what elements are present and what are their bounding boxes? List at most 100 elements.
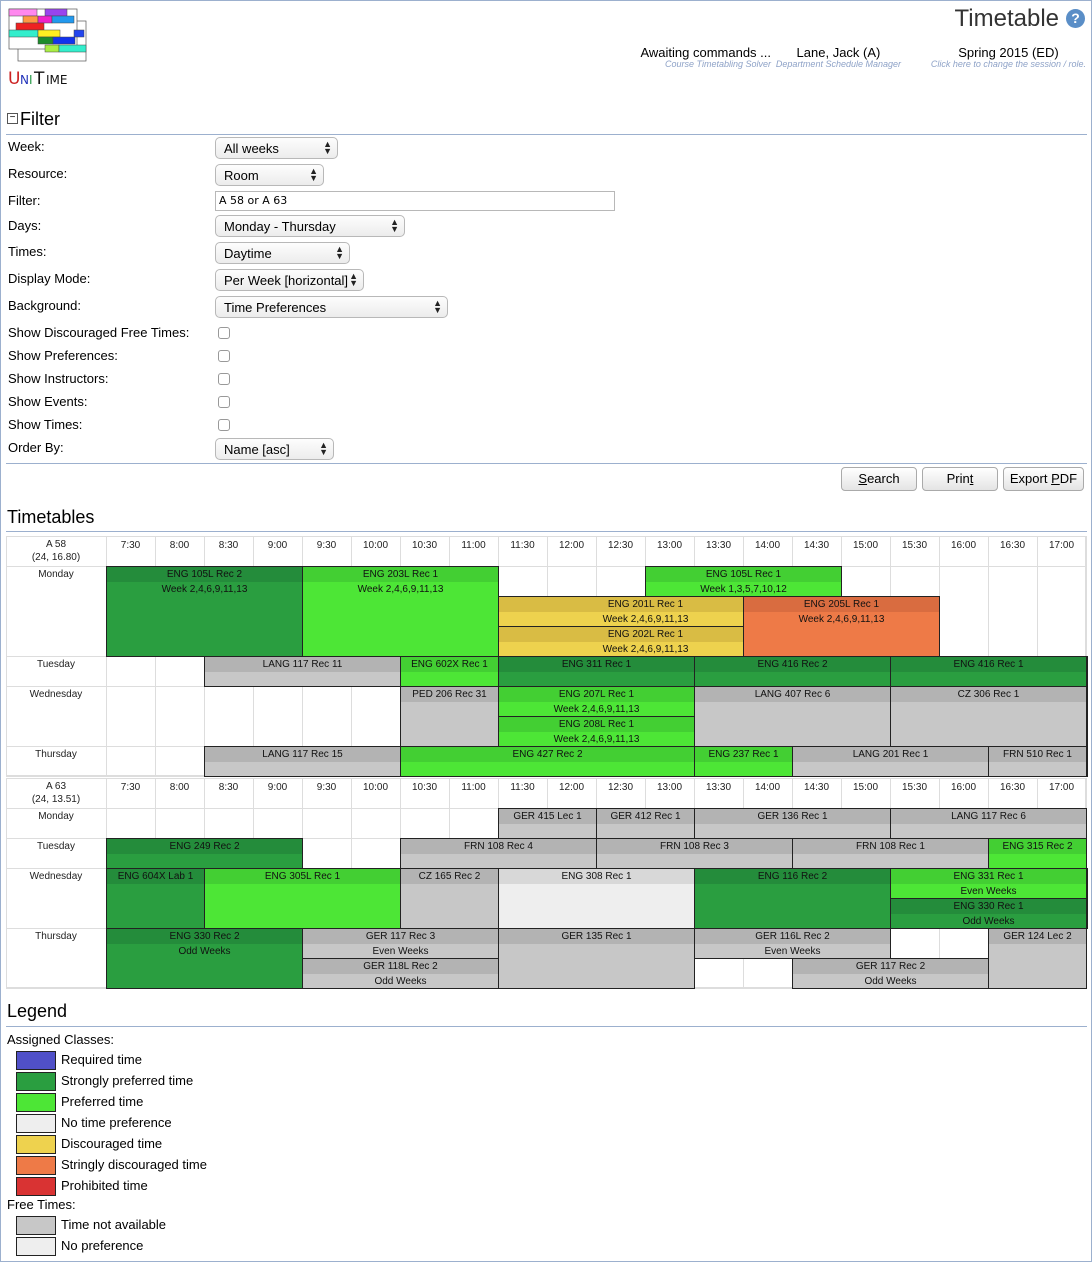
class-block[interactable]: ENG 311 Rec 1 <box>498 656 695 687</box>
class-block[interactable]: GER 117 Rec 2 Odd Weeks <box>792 958 989 989</box>
class-block[interactable]: CZ 165 Rec 2 <box>400 868 499 929</box>
class-block[interactable]: ENG 205L Rec 1 Week 2,4,6,9,11,13 <box>743 596 940 657</box>
class-block[interactable]: GER 118L Rec 2 Odd Weeks <box>302 958 499 989</box>
class-name: ENG 308 Rec 1 <box>499 869 694 884</box>
class-block[interactable]: GER 117 Rec 3 Even Weeks <box>302 928 499 959</box>
time-header: 9:00 <box>267 782 288 793</box>
class-block[interactable]: LANG 201 Rec 1 <box>792 746 989 777</box>
show-times-label: Show Times: <box>8 417 83 432</box>
session-selector[interactable]: Spring 2015 (ED) Click here to change th… <box>931 45 1086 69</box>
class-block[interactable]: FRN 108 Rec 4 <box>400 838 597 869</box>
class-name: FRN 108 Rec 1 <box>793 839 988 854</box>
class-block[interactable]: GER 415 Lec 1 <box>498 808 597 839</box>
class-block[interactable]: ENG 334 Rec 1Odd Weeks <box>1086 686 1088 747</box>
class-block[interactable]: ENG 315 Rec 2 <box>988 838 1087 869</box>
select-arrows-icon: ▲ ▼ <box>309 166 318 183</box>
show-instructors-checkbox[interactable] <box>218 373 230 385</box>
class-block[interactable]: ENG 339 Rec 2 <box>1086 868 1088 929</box>
user-info[interactable]: Lane, Jack (A) Department Schedule Manag… <box>776 45 901 69</box>
class-block[interactable]: FRN 108 Rec 1 <box>792 838 989 869</box>
class-weeks: Week 1,3,5,7,10,12 <box>700 584 787 595</box>
class-block[interactable]: ENG 116 Rec 2 <box>694 868 891 929</box>
show-times-checkbox[interactable] <box>218 419 230 431</box>
print-button[interactable]: Print <box>922 467 998 491</box>
class-name: GER 117 Rec 2 <box>793 959 988 974</box>
class-block[interactable]: ENG 249 Rec 2 <box>106 838 303 869</box>
class-block[interactable]: PED 206 Rec 31 <box>400 686 499 747</box>
collapse-icon[interactable]: − <box>7 112 18 124</box>
class-block[interactable]: ENG 416 Rec 2 <box>694 656 891 687</box>
room-header[interactable]: A 63 (24, 13.51) <box>6 778 106 806</box>
class-block[interactable]: ENG 602X Rec 1 <box>400 656 499 687</box>
class-block[interactable]: GER 116L Rec 2 Even Weeks <box>694 928 891 959</box>
class-block[interactable]: ENG 308 Rec 1 <box>498 868 695 929</box>
time-header: 13:30 <box>705 540 732 551</box>
class-block[interactable]: CZ 306 Rec 1 <box>890 686 1087 747</box>
class-block[interactable]: FRN 511 Rec 1 <box>1086 746 1088 777</box>
class-block[interactable]: ENG 330 Rec 1 Odd Weeks <box>890 898 1087 929</box>
class-name: ENG 315 Rec 2 <box>989 839 1086 854</box>
show-discouraged-checkbox[interactable] <box>218 327 230 339</box>
class-block[interactable]: GER 124 Lec 2 <box>988 928 1087 989</box>
class-weeks: Even Weeks <box>960 886 1017 897</box>
room-header[interactable]: A 58 (24, 16.80) <box>6 536 106 564</box>
class-block[interactable]: FRN 510 Rec 1 <box>988 746 1087 777</box>
show-preferences-checkbox[interactable] <box>218 350 230 362</box>
select-arrows-icon: ▲ ▼ <box>433 298 442 315</box>
filter-input[interactable]: A 58 or A 63 <box>215 191 615 211</box>
class-block[interactable]: GER 412 Rec 1 <box>596 808 695 839</box>
class-name: ENG 305L Rec 1 <box>205 869 400 884</box>
class-block[interactable]: ENG 427 Rec 2 <box>400 746 695 777</box>
class-block[interactable]: ENG 330 Rec 2 Odd Weeks <box>106 928 303 989</box>
search-button[interactable]: Search <box>841 467 917 491</box>
class-block[interactable]: ENG 208L Rec 1 Week 2,4,6,9,11,13 <box>498 716 695 747</box>
legend-assigned-title: Assigned Classes: <box>7 1032 114 1047</box>
display-mode-label: Display Mode: <box>8 271 91 286</box>
day-label: Wednesday <box>29 871 83 882</box>
class-weeks: Week 2,4,6,9,11,13 <box>553 734 640 745</box>
week-select[interactable]: All weeks ▲ ▼ <box>215 137 338 159</box>
show-events-checkbox[interactable] <box>218 396 230 408</box>
class-block[interactable]: ENG 416 Rec 1 <box>890 656 1087 687</box>
class-weeks: Even Weeks <box>764 946 821 957</box>
legend-swatch <box>16 1093 56 1112</box>
display-mode-select[interactable]: Per Week [horizontal] ▲ ▼ <box>215 269 364 291</box>
class-block[interactable]: LANG 117 Rec 11 <box>204 656 401 687</box>
export-pdf-button[interactable]: Export PDF <box>1003 467 1084 491</box>
resource-select[interactable]: Room ▲ ▼ <box>215 164 324 186</box>
class-block[interactable]: ENG 331 Rec 1 Even Weeks <box>890 868 1087 899</box>
class-block[interactable]: ENG 237 Rec 1 <box>694 746 793 777</box>
time-header: 17:00 <box>1048 782 1075 793</box>
unitime-logo[interactable]: U N I T IME <box>8 8 88 89</box>
class-block[interactable]: ENG 604X Lab 1 <box>106 868 205 929</box>
class-block[interactable]: ENG 203L Rec 1 Week 2,4,6,9,11,13 <box>302 566 499 657</box>
class-block[interactable]: ENG 105L Rec 2 Week 2,4,6,9,11,13 <box>106 566 303 657</box>
class-name: GER 136 Rec 1 <box>695 809 890 824</box>
time-header: 15:30 <box>901 540 928 551</box>
time-header: 14:30 <box>803 782 830 793</box>
help-icon[interactable]: ? <box>1066 9 1085 28</box>
time-header: 12:30 <box>607 782 634 793</box>
times-select[interactable]: Daytime ▲ ▼ <box>215 242 350 264</box>
solver-status[interactable]: Awaiting commands ... Course Timetabling… <box>640 45 771 69</box>
order-by-select-value: Name [asc] <box>224 442 290 457</box>
class-block[interactable]: GER 135 Rec 1 <box>498 928 695 989</box>
class-block[interactable]: ENG 305L Rec 1 <box>204 868 401 929</box>
class-block[interactable]: ENG 207L Rec 1 Week 2,4,6,9,11,13 <box>498 686 695 717</box>
svg-text:IME: IME <box>46 73 67 87</box>
class-block[interactable]: GER 136 Rec 1 <box>694 808 891 839</box>
background-select[interactable]: Time Preferences ▲ ▼ <box>215 296 448 318</box>
class-block[interactable]: LANG 407 Rec 6 <box>694 686 891 747</box>
class-block[interactable]: FRN 108 Rec 3 <box>596 838 793 869</box>
time-header: 16:00 <box>950 782 977 793</box>
class-block[interactable]: ENG 105L Rec 1 Week 1,3,5,7,10,12 <box>645 566 842 597</box>
days-select[interactable]: Monday - Thursday ▲ ▼ <box>215 215 405 237</box>
class-block[interactable]: LANG 117 Rec 15 <box>204 746 401 777</box>
order-by-select[interactable]: Name [asc] ▲ ▼ <box>215 438 334 460</box>
select-arrows-icon: ▲ ▼ <box>323 139 332 156</box>
class-block[interactable]: LANG 117 Rec 6 <box>890 808 1087 839</box>
class-block[interactable]: ENG 414 Rec 2 <box>1086 656 1088 687</box>
filter-header[interactable]: − Filter <box>7 109 60 130</box>
svg-text:I: I <box>29 73 33 87</box>
class-weeks: Week 2,4,6,9,11,13 <box>161 584 248 595</box>
